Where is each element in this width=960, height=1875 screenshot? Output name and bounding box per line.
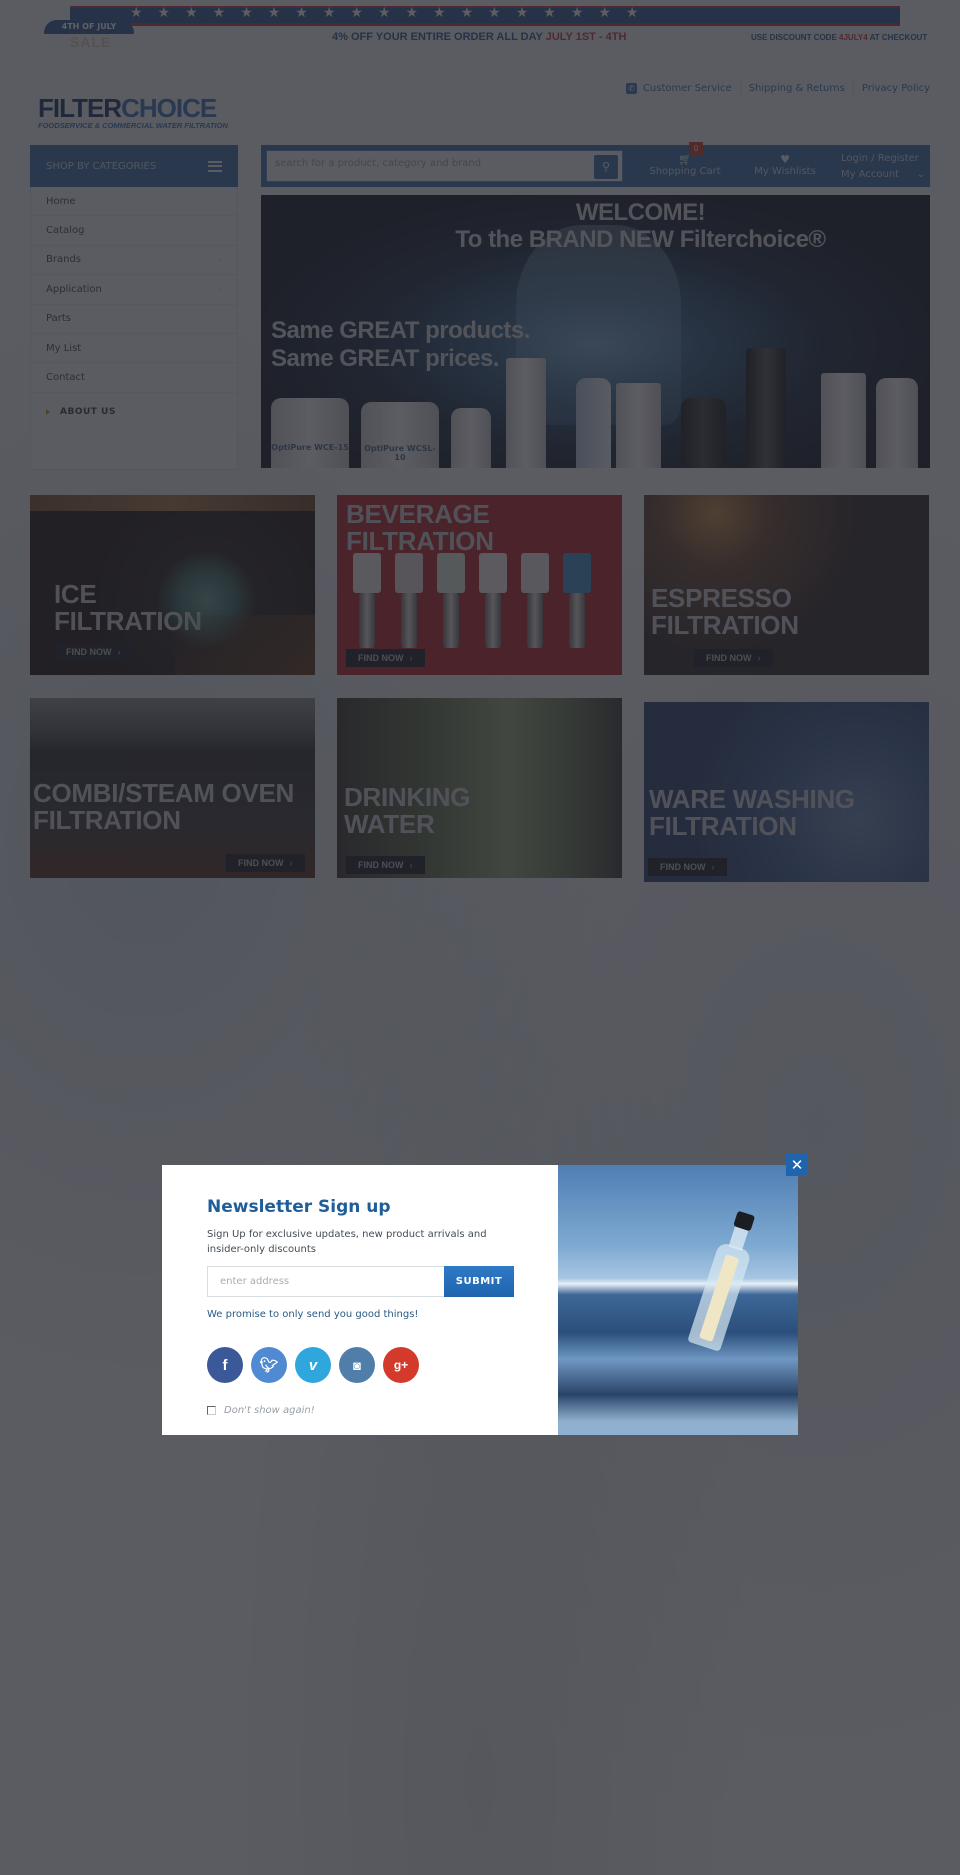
newsletter-modal: Newsletter Sign up Sign Up for exclusive… (162, 1165, 798, 1435)
email-input[interactable] (207, 1266, 444, 1297)
twitter-icon[interactable]: 🐦︎ (251, 1347, 287, 1383)
bottle-graphic (687, 1208, 763, 1352)
newsletter-title: Newsletter Sign up (207, 1197, 391, 1217)
dont-show-again-toggle[interactable]: Don't show again! (207, 1405, 315, 1416)
submit-button[interactable]: SUBMIT (444, 1266, 514, 1297)
vimeo-icon[interactable]: v (295, 1347, 331, 1383)
message-in-bottle-image (558, 1165, 798, 1435)
newsletter-content: Newsletter Sign up Sign Up for exclusive… (162, 1165, 558, 1435)
dont-show-label: Don't show again! (224, 1405, 315, 1416)
close-icon[interactable]: ✕ (786, 1154, 808, 1176)
newsletter-form: SUBMIT (207, 1266, 515, 1297)
facebook-icon[interactable]: f (207, 1347, 243, 1383)
newsletter-promise: We promise to only send you good things! (207, 1309, 419, 1320)
newsletter-description: Sign Up for exclusive updates, new produ… (207, 1229, 487, 1255)
google-plus-icon[interactable]: g+ (383, 1347, 419, 1383)
modal-backdrop[interactable] (0, 0, 960, 1875)
instagram-icon[interactable]: ◙ (339, 1347, 375, 1383)
dont-show-checkbox[interactable] (207, 1406, 216, 1415)
social-links: f 🐦︎ v ◙ g+ (207, 1347, 419, 1383)
